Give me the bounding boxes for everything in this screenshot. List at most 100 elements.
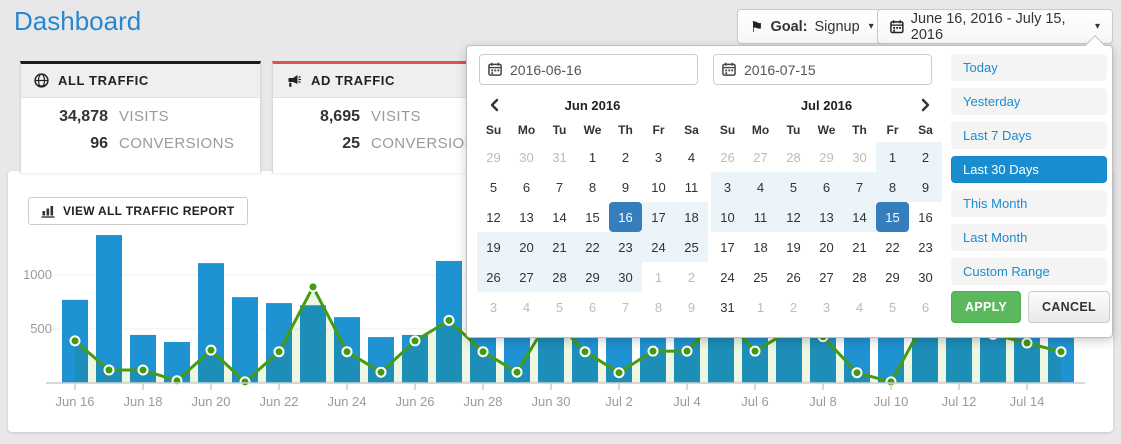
cancel-button[interactable]: CANCEL [1028,291,1110,323]
range-option-yesterday[interactable]: Yesterday [951,88,1107,115]
calendar-day[interactable]: 15 [876,202,909,232]
calendar-day[interactable]: 7 [609,292,642,322]
calendar-day[interactable]: 9 [609,172,642,202]
calendar-day[interactable]: 28 [843,262,876,292]
calendar-day[interactable]: 25 [744,262,777,292]
range-option-this-month[interactable]: This Month [951,190,1107,217]
calendar-day[interactable]: 22 [876,232,909,262]
calendar-day[interactable]: 8 [576,172,609,202]
calendar-day[interactable]: 6 [810,172,843,202]
calendar-day[interactable]: 30 [609,262,642,292]
calendar-day[interactable]: 7 [843,172,876,202]
calendar-day[interactable]: 4 [744,172,777,202]
calendar-day[interactable]: 30 [510,142,543,172]
calendar-day[interactable]: 16 [609,202,642,232]
calendar-day[interactable]: 6 [576,292,609,322]
calendar-day[interactable]: 1 [744,292,777,322]
calendar-day[interactable]: 29 [876,262,909,292]
range-option-last-7-days[interactable]: Last 7 Days [951,122,1107,149]
calendar-day[interactable]: 4 [843,292,876,322]
calendar-day[interactable]: 2 [777,292,810,322]
calendar-day[interactable]: 30 [909,262,942,292]
calendar-day[interactable]: 5 [777,172,810,202]
calendar-day[interactable]: 31 [543,142,576,172]
calendar-day[interactable]: 1 [876,142,909,172]
range-option-custom-range[interactable]: Custom Range [951,258,1107,285]
calendar-day[interactable]: 18 [675,202,708,232]
prev-month-icon[interactable] [477,92,510,118]
calendar-day[interactable]: 31 [711,292,744,322]
calendar-day[interactable]: 26 [711,142,744,172]
calendar-day[interactable]: 30 [843,142,876,172]
calendar-day[interactable]: 28 [543,262,576,292]
calendar-day[interactable]: 8 [876,172,909,202]
calendar-day[interactable]: 13 [510,202,543,232]
calendar-day[interactable]: 26 [777,262,810,292]
calendar-day[interactable]: 11 [744,202,777,232]
date-range-button[interactable]: June 16, 2016 - July 15, 2016 ▾ [877,9,1113,44]
all-traffic-card[interactable]: ALL TRAFFIC 34,878 VISITS 96 CONVERSIONS [20,61,261,173]
range-option-today[interactable]: Today [951,54,1107,81]
calendar-day[interactable]: 2 [909,142,942,172]
calendar-day[interactable]: 21 [843,232,876,262]
range-option-last-month[interactable]: Last Month [951,224,1107,251]
calendar-day[interactable]: 12 [777,202,810,232]
calendar-day[interactable]: 24 [711,262,744,292]
calendar-day[interactable]: 8 [642,292,675,322]
calendar-day[interactable]: 6 [510,172,543,202]
calendar-day[interactable]: 27 [510,262,543,292]
calendar-day[interactable]: 1 [642,262,675,292]
calendar-day[interactable]: 6 [909,292,942,322]
calendar-day[interactable]: 15 [576,202,609,232]
calendar-day[interactable]: 20 [510,232,543,262]
calendar-day[interactable]: 2 [675,262,708,292]
calendar-day[interactable]: 24 [642,232,675,262]
calendar-day[interactable]: 5 [543,292,576,322]
calendar-day[interactable]: 10 [642,172,675,202]
calendar-day[interactable]: 27 [744,142,777,172]
calendar-day[interactable]: 22 [576,232,609,262]
calendar-day[interactable]: 3 [642,142,675,172]
calendar-day[interactable]: 5 [477,172,510,202]
calendar-day[interactable]: 2 [609,142,642,172]
calendar-day[interactable]: 4 [675,142,708,172]
start-date-input[interactable] [479,54,698,85]
range-option-last-30-days[interactable]: Last 30 Days [951,156,1107,183]
calendar-day[interactable]: 12 [477,202,510,232]
calendar-day[interactable]: 5 [876,292,909,322]
calendar-day[interactable]: 7 [543,172,576,202]
calendar-day[interactable]: 29 [477,142,510,172]
calendar-day[interactable]: 19 [777,232,810,262]
calendar-day[interactable]: 23 [909,232,942,262]
calendar-day[interactable]: 27 [810,262,843,292]
calendar-day[interactable]: 9 [675,292,708,322]
calendar-day[interactable]: 9 [909,172,942,202]
calendar-day[interactable]: 13 [810,202,843,232]
calendar-day[interactable]: 17 [711,232,744,262]
calendar-day[interactable]: 25 [675,232,708,262]
end-date-input[interactable] [713,54,932,85]
next-month-icon[interactable] [909,92,942,118]
calendar-day[interactable]: 1 [576,142,609,172]
calendar-day[interactable]: 16 [909,202,942,232]
calendar-day[interactable]: 3 [810,292,843,322]
calendar-day[interactable]: 3 [711,172,744,202]
calendar-day[interactable]: 26 [477,262,510,292]
calendar-day[interactable]: 10 [711,202,744,232]
calendar-day[interactable]: 11 [675,172,708,202]
calendar-day[interactable]: 18 [744,232,777,262]
calendar-day[interactable]: 20 [810,232,843,262]
calendar-day[interactable]: 3 [477,292,510,322]
view-all-traffic-report-button[interactable]: VIEW ALL TRAFFIC REPORT [28,197,248,225]
calendar-day[interactable]: 29 [576,262,609,292]
calendar-day[interactable]: 29 [810,142,843,172]
calendar-day[interactable]: 17 [642,202,675,232]
calendar-day[interactable]: 14 [843,202,876,232]
apply-button[interactable]: APPLY [951,291,1021,323]
calendar-day[interactable]: 14 [543,202,576,232]
calendar-day[interactable]: 28 [777,142,810,172]
calendar-day[interactable]: 21 [543,232,576,262]
calendar-day[interactable]: 19 [477,232,510,262]
calendar-day[interactable]: 23 [609,232,642,262]
goal-selector-button[interactable]: ⚑ Goal: Signup ▾ [737,9,887,44]
